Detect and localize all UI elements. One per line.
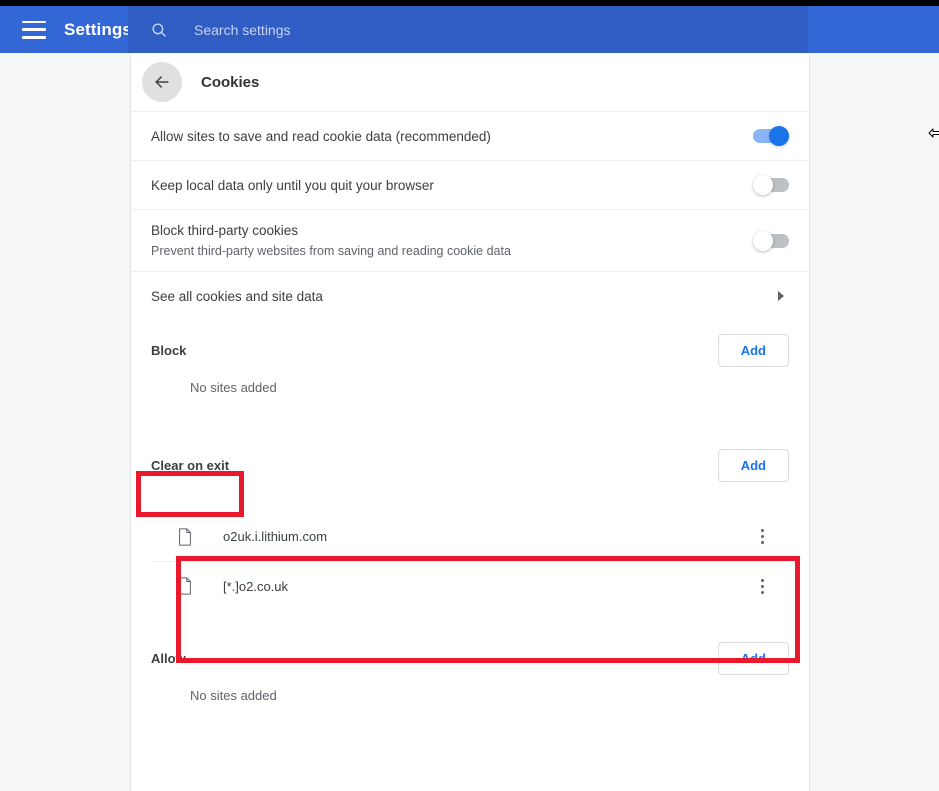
add-button-allow[interactable]: Add (718, 642, 789, 675)
search-icon (150, 21, 168, 39)
add-button-block[interactable]: Add (718, 334, 789, 367)
setting-label: See all cookies and site data (151, 287, 323, 306)
add-button-clear-on-exit[interactable]: Add (718, 449, 789, 482)
kebab-menu-icon[interactable] (750, 574, 774, 598)
toggle-block-third-party[interactable] (753, 234, 789, 248)
section-title-clear-on-exit: Clear on exit (151, 458, 229, 473)
kebab-menu-icon[interactable] (750, 525, 774, 549)
settings-content-card: Cookies Allow sites to save and read coo… (130, 53, 810, 791)
section-header-allow: Allow Add (131, 628, 809, 688)
setting-row-see-all-cookies[interactable]: See all cookies and site data (131, 271, 809, 320)
back-arrow-icon (152, 72, 172, 92)
page-header: Cookies (131, 53, 809, 111)
hamburger-menu-icon[interactable] (22, 21, 46, 39)
section-title-allow: Allow (151, 651, 186, 666)
section-title-block: Block (151, 343, 186, 358)
search-placeholder: Search settings (194, 22, 291, 38)
horizontal-resize-cursor (928, 124, 939, 142)
setting-sublabel: Prevent third-party websites from saving… (151, 242, 511, 261)
empty-note-allow: No sites added (131, 688, 809, 703)
site-name: o2uk.i.lithium.com (223, 529, 750, 544)
setting-label: Allow sites to save and read cookie data… (151, 127, 491, 146)
setting-label: Block third-party cookies (151, 221, 511, 240)
document-icon (177, 528, 193, 546)
setting-row-keep-local-data[interactable]: Keep local data only until you quit your… (131, 160, 809, 209)
browser-settings-screen: Settings Search settings Cookies Allow s… (0, 0, 939, 791)
toggle-allow-cookies[interactable] (753, 129, 789, 143)
site-list-item[interactable]: [*.]o2.co.uk (151, 561, 789, 610)
document-icon (177, 577, 193, 595)
app-title: Settings (64, 20, 132, 40)
section-header-block: Block Add (131, 320, 809, 380)
section-header-clear-on-exit: Clear on exit Add (131, 435, 809, 495)
back-button[interactable] (142, 62, 182, 102)
site-list-clear-on-exit: o2uk.i.lithium.com [*.]o2.co.uk (151, 512, 789, 610)
search-input[interactable]: Search settings (128, 6, 808, 53)
setting-row-allow-cookies[interactable]: Allow sites to save and read cookie data… (131, 111, 809, 160)
site-list-item[interactable]: o2uk.i.lithium.com (151, 512, 789, 561)
setting-row-block-third-party[interactable]: Block third-party cookies Prevent third-… (131, 209, 809, 271)
toggle-keep-local-data[interactable] (753, 178, 789, 192)
page-title: Cookies (201, 74, 259, 91)
chevron-right-icon (778, 291, 784, 301)
site-name: [*.]o2.co.uk (223, 579, 750, 594)
setting-label: Keep local data only until you quit your… (151, 176, 434, 195)
empty-note-block: No sites added (131, 380, 809, 395)
settings-header-bar: Settings Search settings (0, 6, 939, 53)
